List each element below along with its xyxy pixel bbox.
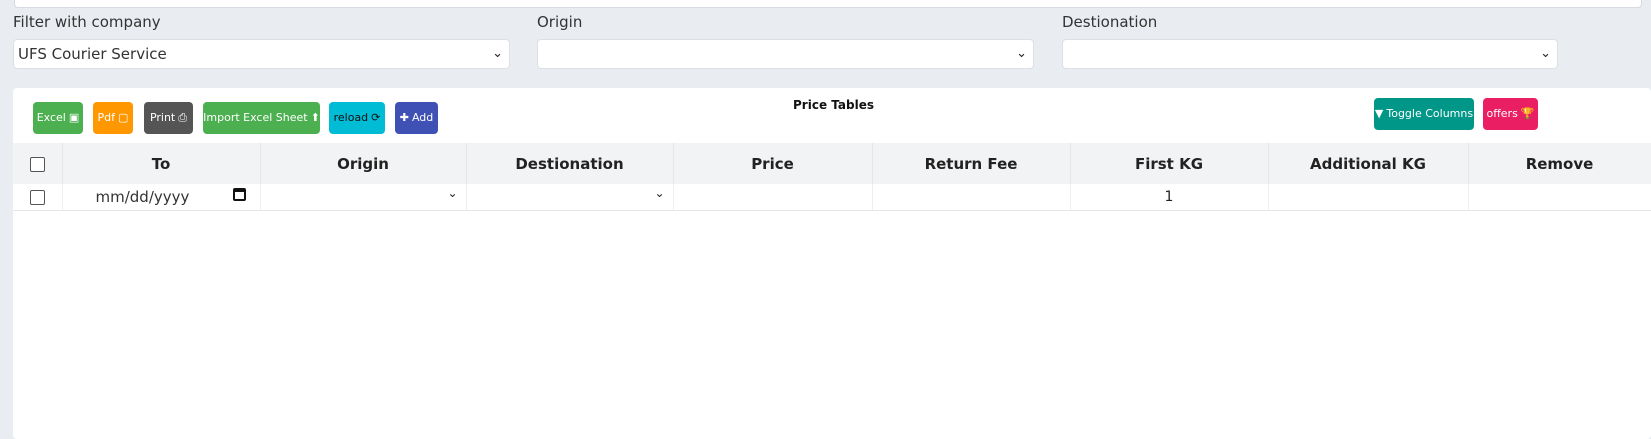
remove-cell[interactable] [1468, 184, 1651, 211]
print-button[interactable]: Print ⎙ [144, 102, 193, 134]
table-header-row: To Origin Destionation Price Return Fee … [13, 143, 1651, 184]
import-button-label: Import Excel Sheet [203, 111, 308, 124]
table-row: mm/dd/yyyy ⌄ ⌄ 1 [13, 184, 1651, 211]
date-placeholder: mm/dd/yyyy [95, 188, 190, 206]
pdf-button[interactable]: Pdf ▢ [93, 102, 133, 134]
add-button[interactable]: ✚ Add [395, 102, 438, 134]
toggle-columns-label: Toggle Columns [1386, 107, 1474, 120]
pdf-button-label: Pdf [97, 111, 116, 124]
origin-filter: Origin ⌄ [537, 12, 1034, 69]
company-filter-label: Filter with company [13, 13, 161, 31]
print-icon: ⎙ [178, 111, 188, 124]
price-table: To Origin Destionation Price Return Fee … [13, 143, 1651, 211]
column-header[interactable]: Remove [1468, 143, 1651, 184]
destination-select[interactable]: ⌄ [1062, 39, 1558, 69]
trophy-icon: 🏆 [1520, 107, 1535, 120]
destination-filter: Destionation ⌄ [1062, 12, 1558, 69]
filter-icon: ▼ [1374, 107, 1384, 120]
destination-cell-select[interactable]: ⌄ [466, 184, 674, 211]
row-checkbox[interactable] [29, 189, 45, 205]
excel-file-icon: ▣ [68, 111, 80, 124]
company-filter: Filter with company UFS Courier Service … [13, 12, 510, 69]
column-header[interactable]: Return Fee [872, 143, 1071, 184]
chevron-down-icon: ⌄ [492, 46, 503, 61]
chevron-down-icon: ⌄ [1540, 46, 1551, 61]
first-kg-input[interactable]: 1 [1070, 184, 1269, 211]
import-excel-button[interactable]: Import Excel Sheet ⬆ [203, 102, 320, 134]
column-header[interactable]: First KG [1070, 143, 1269, 184]
pdf-file-icon: ▢ [118, 111, 129, 124]
print-button-label: Print [149, 111, 176, 124]
excel-button[interactable]: Excel ▣ [33, 102, 83, 134]
destination-filter-label: Destionation [1062, 13, 1158, 31]
company-select-value: UFS Courier Service [18, 45, 167, 63]
origin-filter-label: Origin [537, 13, 583, 31]
offers-button-label: offers [1486, 107, 1518, 120]
reload-button[interactable]: reload ⟳ [329, 102, 385, 134]
plus-icon: ✚ [399, 111, 409, 124]
reload-button-label: reload [333, 111, 369, 124]
add-button-label: Add [411, 111, 434, 124]
refresh-icon: ⟳ [371, 111, 381, 124]
return-fee-input[interactable] [872, 184, 1071, 211]
select-all-checkbox[interactable] [29, 156, 45, 172]
company-select[interactable]: UFS Courier Service ⌄ [13, 39, 510, 69]
offers-button[interactable]: offers 🏆 [1483, 98, 1538, 130]
chevron-down-icon: ⌄ [1016, 46, 1027, 61]
column-header[interactable]: To [62, 143, 261, 184]
column-header[interactable]: Price [673, 143, 873, 184]
upload-icon: ⬆ [310, 111, 320, 124]
toggle-columns-button[interactable]: ▼ Toggle Columns [1374, 98, 1474, 130]
row-select-cell [13, 184, 63, 211]
select-all-header [13, 143, 63, 184]
date-input[interactable]: mm/dd/yyyy [62, 184, 261, 211]
chevron-down-icon: ⌄ [447, 186, 458, 200]
excel-button-label: Excel [36, 111, 66, 124]
price-input[interactable] [673, 184, 873, 211]
additional-kg-input[interactable] [1268, 184, 1469, 211]
column-header[interactable]: Additional KG [1268, 143, 1469, 184]
origin-cell-select[interactable]: ⌄ [260, 184, 467, 211]
column-header[interactable]: Destionation [466, 143, 674, 184]
origin-select[interactable]: ⌄ [537, 39, 1034, 69]
calendar-icon[interactable] [232, 188, 246, 201]
top-panel-edge [14, 0, 1642, 8]
column-header[interactable]: Origin [260, 143, 467, 184]
chevron-down-icon: ⌄ [654, 186, 665, 200]
table-title: Price Tables [793, 98, 874, 112]
price-table-card: Excel ▣ Pdf ▢ Print ⎙ Import Excel Sheet ⬆ r… [13, 88, 1651, 439]
